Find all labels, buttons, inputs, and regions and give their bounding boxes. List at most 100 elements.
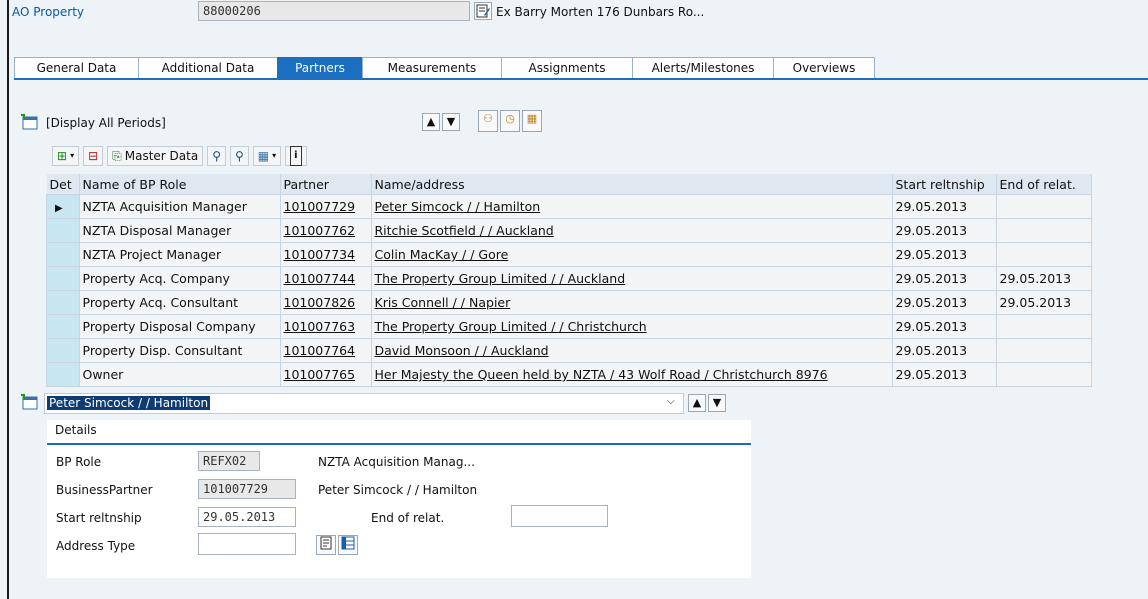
column-header-end[interactable]: End of relat. [996, 174, 1092, 195]
cell-partner-link[interactable]: 101007764 [279, 338, 372, 363]
column-header-name-address[interactable]: Name/address [371, 174, 893, 195]
tab-overviews[interactable]: Overviews [773, 57, 875, 78]
cell-start: 29.05.2013 [891, 194, 997, 219]
table-row[interactable]: Owner 101007765 Her Majesty the Queen he… [46, 362, 1092, 387]
chevron-down-icon: ⌵ [667, 396, 675, 407]
cell-partner-link[interactable]: 101007734 [279, 242, 372, 267]
grid-layout-icon: ▦ [257, 149, 270, 163]
master-data-button[interactable]: ⎘ Master Data [107, 146, 204, 166]
column-header-det[interactable]: Det [46, 174, 80, 195]
cell-partner-link[interactable]: 101007765 [279, 362, 372, 387]
window-frame-left [7, 0, 9, 599]
cell-start: 29.05.2013 [891, 290, 997, 315]
cell-partner-link[interactable]: 101007762 [279, 218, 372, 243]
tab-assignments[interactable]: Assignments [501, 57, 633, 78]
cell-name-link[interactable]: Her Majesty the Queen held by NZTA / 43 … [370, 362, 893, 387]
tab-alerts-milestones[interactable]: Alerts/Milestones [632, 57, 774, 78]
table-row[interactable]: ▶ NZTA Acquisition Manager 101007729 Pet… [46, 194, 1092, 219]
add-row-icon: ⊞ [57, 149, 68, 163]
address-type-field[interactable] [198, 533, 296, 555]
details-header: Details [47, 420, 751, 445]
cell-end [995, 218, 1092, 243]
previous-up-button[interactable]: ▲ [422, 113, 440, 131]
cell-role: NZTA Acquisition Manager [78, 194, 281, 219]
cell-partner-link[interactable]: 101007826 [279, 290, 372, 315]
tab-general-data[interactable]: General Data [14, 57, 139, 78]
period-select-value: [Display All Periods] [46, 116, 166, 130]
info-button[interactable]: i [285, 146, 307, 166]
object-id-field[interactable]: 88000206 [198, 1, 470, 21]
next-partner-button[interactable]: ▼ [708, 394, 726, 412]
edit-note-icon[interactable] [474, 2, 492, 20]
delete-row-button[interactable]: ⊟ [83, 146, 104, 166]
cell-end [995, 338, 1092, 363]
add-row-button[interactable]: ⊞ ▾ [52, 146, 80, 166]
cell-start: 29.05.2013 [891, 218, 997, 243]
start-relationship-field[interactable]: 29.05.2013 [198, 507, 296, 527]
address-type-label: Address Type [56, 539, 136, 553]
row-selector[interactable] [46, 242, 80, 267]
find-next-button[interactable]: ⚲ [230, 146, 249, 166]
find-button[interactable]: ⚲ [207, 146, 226, 166]
row-selector[interactable] [46, 290, 80, 315]
previous-partner-button[interactable]: ▲ [688, 394, 706, 412]
row-selector[interactable] [46, 314, 80, 339]
column-header-role[interactable]: Name of BP Role [79, 174, 281, 195]
table-row[interactable]: Property Disp. Consultant 101007764 Davi… [46, 338, 1092, 363]
table-toolbar: ⊞ ▾ ⊟ ⎘ Master Data ⚲ ⚲ ▦ ▾ i [52, 146, 307, 166]
bp-role-label: BP Role [56, 455, 102, 469]
cell-start: 29.05.2013 [891, 362, 997, 387]
cell-name-link[interactable]: Peter Simcock / / Hamilton [370, 194, 893, 219]
row-selector[interactable] [46, 362, 80, 387]
tab-additional-data[interactable]: Additional Data [138, 57, 278, 78]
timeline-icon[interactable]: ▦ [522, 110, 542, 132]
tab-partners[interactable]: Partners [277, 57, 363, 78]
business-partner-field[interactable]: 101007729 [198, 479, 296, 499]
cell-name-link[interactable]: The Property Group Limited / / Auckland [370, 266, 893, 291]
cell-partner-link[interactable]: 101007763 [279, 314, 372, 339]
tab-measurements[interactable]: Measurements [362, 57, 502, 78]
binoculars-icon: ⚲ [212, 149, 221, 163]
cell-role: Property Disposal Company [78, 314, 281, 339]
row-selector[interactable]: ▶ [46, 194, 80, 219]
row-selector[interactable] [46, 266, 80, 291]
table-row[interactable]: Property Disposal Company 101007763 The … [46, 314, 1092, 339]
cell-start: 29.05.2013 [891, 266, 997, 291]
cell-role: Owner [78, 362, 281, 387]
layout-button[interactable]: ▦ ▾ [252, 146, 282, 166]
column-header-partner[interactable]: Partner [280, 174, 372, 195]
details-title: Details [55, 423, 97, 437]
next-down-button[interactable]: ▼ [442, 113, 460, 131]
row-selector[interactable] [46, 338, 80, 363]
cell-name-link[interactable]: Colin MacKay / / Gore [370, 242, 893, 267]
expand-collapse-icon[interactable] [20, 114, 40, 132]
period-select[interactable]: [Display All Periods] ⌵ [44, 112, 464, 134]
cell-role: Property Acq. Consultant [78, 290, 281, 315]
cell-name-link[interactable]: The Property Group Limited / / Christchu… [370, 314, 893, 339]
periods-icon[interactable]: ⚇ [478, 110, 498, 132]
row-selector[interactable] [46, 218, 80, 243]
table-row[interactable]: NZTA Disposal Manager 101007762 Ritchie … [46, 218, 1092, 243]
detail-expand-collapse-icon[interactable] [20, 394, 40, 412]
cell-start: 29.05.2013 [891, 242, 997, 267]
cell-partner-link[interactable]: 101007744 [279, 266, 372, 291]
table-row[interactable]: Property Acq. Company 101007744 The Prop… [46, 266, 1092, 291]
cell-partner-link[interactable]: 101007729 [279, 194, 372, 219]
binoculars-next-icon: ⚲ [235, 149, 244, 163]
clock-icon[interactable]: ◷ [500, 110, 520, 132]
cell-name-link[interactable]: Ritchie Scotfield / / Auckland [370, 218, 893, 243]
cell-name-link[interactable]: Kris Connell / / Napier [370, 290, 893, 315]
bp-role-field[interactable]: REFX02 [198, 451, 260, 471]
start-relationship-label: Start reltnship [56, 511, 142, 525]
table-row[interactable]: NZTA Project Manager 101007734 Colin Mac… [46, 242, 1092, 267]
current-row-icon: ▶ [55, 203, 63, 214]
cell-name-link[interactable]: David Monsoon / / Auckland [370, 338, 893, 363]
cell-start: 29.05.2013 [891, 314, 997, 339]
end-relationship-label: End of relat. [371, 511, 445, 525]
partner-select[interactable]: Peter Simcock / / Hamilton ⌵ [44, 393, 684, 414]
table-row[interactable]: Property Acq. Consultant 101007826 Kris … [46, 290, 1092, 315]
end-relationship-field[interactable] [511, 505, 608, 527]
address-table-icon[interactable] [338, 535, 358, 555]
address-document-icon[interactable] [316, 535, 336, 555]
column-header-start[interactable]: Start reltnship [892, 174, 997, 195]
